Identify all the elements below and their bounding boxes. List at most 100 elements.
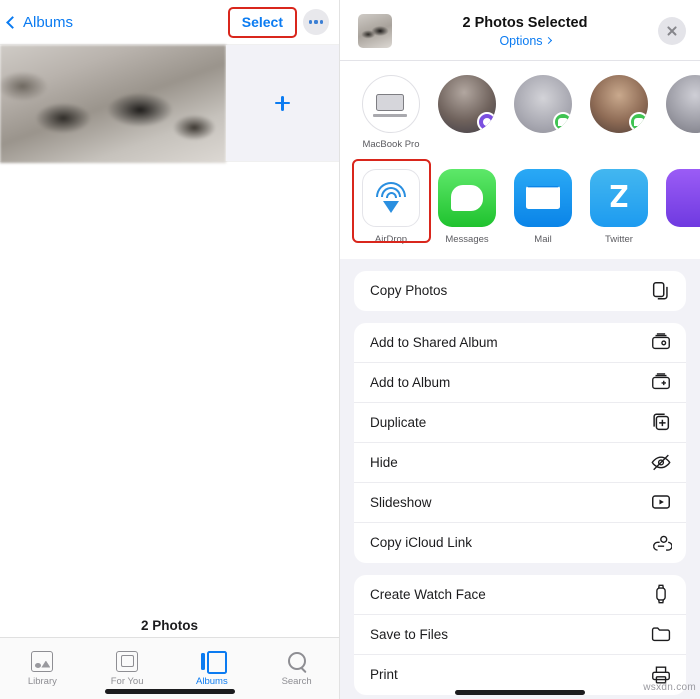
action-slideshow[interactable]: Slideshow	[354, 483, 686, 523]
share-target-contact-4[interactable]	[664, 75, 700, 140]
navbar-right-actions: Select	[227, 6, 329, 38]
action-copy-icloud-link[interactable]: Copy iCloud Link	[354, 523, 686, 563]
more-apps-icon	[666, 168, 700, 227]
contact-avatar	[438, 75, 496, 133]
share-app-mail[interactable]: Mail	[512, 168, 574, 245]
tab-library[interactable]: Library	[0, 638, 85, 699]
photo-count-label: 2 Photos	[140, 618, 198, 633]
library-icon	[31, 650, 54, 672]
photo-grid	[0, 44, 339, 163]
action-copy-photos[interactable]: Copy Photos	[354, 271, 686, 311]
share-sheet-header: 2 Photos Selected Options	[340, 0, 700, 61]
share-apps-row: AirDrop Messages Mail 𝐙 Twitter	[340, 158, 700, 259]
share-options-label: Options	[499, 33, 543, 48]
action-label: Add to Album	[370, 374, 451, 390]
share-options-button[interactable]: Options	[404, 34, 646, 48]
laptop-screen	[376, 94, 404, 111]
share-app-label: Twitter	[605, 233, 633, 245]
screenshot-root: Albums Select 2 Photos Library For You A…	[0, 0, 700, 699]
share-target-contact-2[interactable]	[512, 75, 574, 140]
photos-navbar: Albums Select	[0, 0, 339, 44]
home-indicator	[104, 689, 235, 694]
share-sheet-pane: 2 Photos Selected Options MacBook Pro Ai…	[340, 0, 700, 699]
contact-avatar	[590, 75, 648, 133]
laptop-base	[373, 114, 407, 117]
back-label: Albums	[23, 13, 74, 31]
watermark: wsxdn.com	[643, 682, 696, 693]
mail-icon	[514, 168, 572, 227]
laptop-icon	[373, 94, 407, 117]
dot	[320, 20, 324, 24]
chevron-right-icon	[544, 36, 552, 45]
eye-slash-icon	[650, 451, 672, 473]
contact-avatar	[666, 75, 700, 133]
action-save-to-files[interactable]: Save to Files	[354, 615, 686, 655]
for-you-icon	[116, 650, 139, 672]
albums-icon	[200, 650, 227, 674]
chevron-left-icon	[6, 15, 19, 29]
link-icon	[650, 532, 672, 554]
tab-for-you-label: For You	[110, 675, 144, 687]
action-label: Copy iCloud Link	[370, 535, 473, 551]
select-button[interactable]: Select	[227, 6, 297, 38]
twitter-bird-glyph: 𝐙	[609, 180, 629, 214]
plus-icon-vertical	[281, 95, 284, 111]
action-label: Create Watch Face	[370, 586, 486, 602]
action-label: Add to Shared Album	[370, 334, 498, 350]
add-photo-tile[interactable]	[226, 45, 339, 161]
action-add-to-shared-album[interactable]: Add to Shared Album	[354, 323, 686, 363]
action-add-to-album[interactable]: Add to Album	[354, 363, 686, 403]
duplicate-icon	[650, 411, 672, 433]
dot	[308, 20, 312, 24]
tab-search[interactable]: Search	[254, 638, 339, 699]
share-app-more[interactable]	[664, 168, 700, 245]
ellipsis-icon[interactable]	[303, 9, 329, 35]
action-label: Slideshow	[370, 494, 432, 510]
airdrop-wave-inner	[385, 191, 397, 198]
messages-badge-icon	[629, 112, 648, 132]
back-to-albums-button[interactable]: Albums	[6, 13, 74, 31]
action-duplicate[interactable]: Duplicate	[354, 403, 686, 443]
action-create-watch-face[interactable]: Create Watch Face	[354, 575, 686, 615]
photo-thumbnail[interactable]	[0, 45, 226, 163]
selected-photo-thumbnail	[358, 14, 392, 48]
purple-app-badge-icon	[477, 112, 496, 132]
share-app-airdrop[interactable]: AirDrop	[360, 168, 422, 245]
share-actions-group-2: Add to Shared Album Add to Album Duplica…	[354, 322, 686, 563]
album-icon	[650, 371, 672, 393]
airdrop-triangle	[383, 200, 399, 213]
share-app-messages[interactable]: Messages	[436, 168, 498, 245]
photos-app-pane: Albums Select 2 Photos Library For You A…	[0, 0, 340, 699]
shared-album-icon	[650, 331, 672, 353]
share-app-label: Mail	[534, 233, 552, 245]
close-icon[interactable]	[658, 17, 686, 45]
share-target-contact-3[interactable]	[588, 75, 650, 140]
share-sheet-titles: 2 Photos Selected Options	[404, 15, 646, 48]
search-icon	[286, 651, 308, 672]
airdrop-icon	[362, 168, 420, 227]
copy-icon	[650, 280, 672, 302]
action-label: Duplicate	[370, 414, 427, 430]
messages-badge-icon	[553, 112, 572, 132]
tab-search-label: Search	[281, 675, 312, 687]
select-button-label: Select	[241, 13, 283, 30]
share-target-macbook-pro[interactable]: MacBook Pro	[360, 75, 422, 151]
share-target-contact-1[interactable]	[436, 75, 498, 140]
dot	[314, 20, 318, 24]
envelope-shape	[526, 186, 560, 210]
share-app-label: Messages	[445, 233, 489, 245]
envelope-flap	[527, 187, 559, 202]
action-label: Copy Photos	[370, 283, 448, 299]
macbook-avatar	[362, 75, 420, 133]
share-app-label: AirDrop	[374, 233, 408, 245]
action-hide[interactable]: Hide	[354, 443, 686, 483]
action-print[interactable]: Print	[354, 655, 686, 695]
share-app-twitter[interactable]: 𝐙 Twitter	[588, 168, 650, 245]
home-indicator	[455, 690, 585, 695]
tab-library-label: Library	[27, 675, 57, 687]
tab-albums-label: Albums	[196, 675, 228, 687]
share-people-row: MacBook Pro	[340, 61, 700, 161]
share-target-label: MacBook Pro	[362, 140, 420, 150]
share-sheet-title: 2 Photos Selected	[462, 14, 588, 31]
share-actions-group-3: Create Watch Face Save to Files Print	[354, 574, 686, 695]
